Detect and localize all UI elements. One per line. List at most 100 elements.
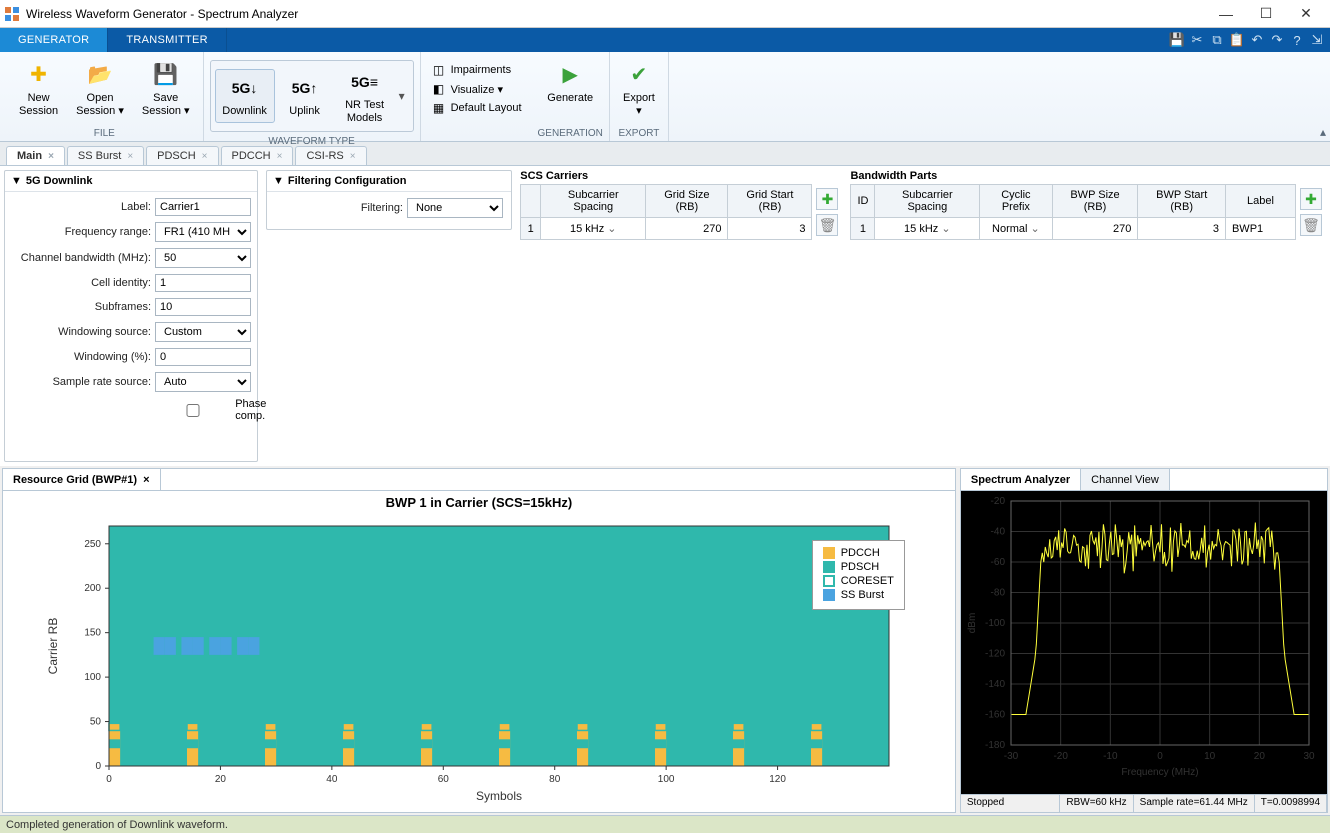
- freq-range-select[interactable]: FR1 (410 MH...: [155, 222, 251, 242]
- spectrum-pane: Spectrum Analyzer Channel View -30-20-10…: [960, 468, 1328, 813]
- minimize-button[interactable]: —: [1206, 1, 1246, 27]
- tab-main[interactable]: Main×: [6, 146, 65, 165]
- phase-comp-checkbox[interactable]: [155, 404, 231, 417]
- waveform-more-button[interactable]: ▾: [395, 89, 409, 103]
- freq-range-label: Frequency range:: [11, 226, 151, 238]
- table-row[interactable]: 1 15 kHz ⌄ Normal ⌄ 270 3 BWP1: [851, 218, 1296, 240]
- spec-sample-rate: Sample rate=61.44 MHz: [1134, 795, 1255, 812]
- close-button[interactable]: ✕: [1286, 1, 1326, 27]
- maximize-button[interactable]: ☐: [1246, 1, 1286, 27]
- quick-redo-icon[interactable]: ↷: [1268, 31, 1286, 49]
- phase-comp-label: Phase comp.: [235, 398, 286, 422]
- chevron-down-icon[interactable]: ⌄: [1031, 223, 1040, 235]
- delete-row-button[interactable]: 🗑: [816, 214, 838, 236]
- layout-icon: ▦: [431, 100, 447, 116]
- group-label-generation: GENERATION: [538, 128, 603, 139]
- svg-text:-30: -30: [1004, 751, 1019, 762]
- export-button[interactable]: ✔ Export▾: [616, 56, 662, 122]
- close-icon[interactable]: ×: [127, 151, 133, 162]
- cbw-select[interactable]: 50: [155, 248, 251, 268]
- default-layout-button[interactable]: ▦Default Layout: [431, 100, 522, 116]
- label-input[interactable]: [155, 198, 251, 216]
- tab-resource-grid[interactable]: Resource Grid (BWP#1)×: [3, 469, 161, 490]
- ribbon-group-file: ✚ New Session 📂 Open Session ▾ 💾 Save Se…: [6, 52, 204, 141]
- table-row[interactable]: 1 15 kHz ⌄ 270 3: [521, 218, 812, 240]
- windowing-src-select[interactable]: Custom: [155, 322, 251, 342]
- downlink-button[interactable]: 5G↓ Downlink: [215, 69, 275, 123]
- close-icon[interactable]: ×: [143, 474, 149, 486]
- status-bar: Completed generation of Downlink wavefor…: [0, 815, 1330, 833]
- svg-text:Frequency (MHz): Frequency (MHz): [1121, 767, 1198, 778]
- windowing-pct-input[interactable]: [155, 348, 251, 366]
- delete-row-button[interactable]: 🗑: [1300, 214, 1322, 236]
- tab-spectrum-analyzer[interactable]: Spectrum Analyzer: [961, 469, 1081, 490]
- spec-state: Stopped: [961, 795, 1060, 812]
- svg-text:0: 0: [95, 761, 101, 772]
- app-icon: [4, 6, 20, 22]
- group-label-export: EXPORT: [618, 128, 659, 139]
- svg-text:40: 40: [326, 774, 338, 785]
- tab-transmitter[interactable]: TRANSMITTER: [108, 28, 227, 52]
- visualize-button[interactable]: ◧Visualize ▾: [431, 81, 522, 97]
- panel-header[interactable]: ▼ 5G Downlink: [5, 171, 257, 192]
- tab-pdcch[interactable]: PDCCH×: [221, 146, 294, 165]
- svg-text:-100: -100: [985, 618, 1005, 629]
- quick-help-icon[interactable]: ?: [1288, 31, 1306, 49]
- scs-title: SCS Carriers: [520, 170, 842, 184]
- resource-grid-plot[interactable]: 020406080100120050100150200250SymbolsCar…: [3, 510, 955, 812]
- save-session-button[interactable]: 💾 Save Session ▾: [135, 56, 197, 122]
- svg-text:dBm: dBm: [967, 613, 978, 634]
- test-models-button[interactable]: 5G≡ NR Test Models: [335, 63, 395, 129]
- tab-csirs[interactable]: CSI-RS×: [295, 146, 366, 165]
- filtering-select[interactable]: None: [407, 198, 503, 218]
- play-icon: ▶: [556, 61, 584, 89]
- uplink-button[interactable]: 5G↑ Uplink: [275, 69, 335, 123]
- close-icon[interactable]: ×: [48, 151, 54, 162]
- save-icon: 💾: [152, 61, 180, 89]
- svg-text:-40: -40: [990, 527, 1005, 538]
- sample-rate-src-select[interactable]: Auto: [155, 372, 251, 392]
- chevron-down-icon[interactable]: ⌄: [607, 223, 616, 235]
- close-icon[interactable]: ×: [350, 151, 356, 162]
- new-session-button[interactable]: ✚ New Session: [12, 56, 65, 122]
- panel-5g-downlink: ▼ 5G Downlink Label: Frequency range: FR…: [4, 170, 258, 462]
- plus-icon: ✚: [25, 61, 53, 89]
- svg-text:20: 20: [1254, 751, 1266, 762]
- generate-button[interactable]: ▶ Generate: [540, 56, 600, 110]
- add-row-button[interactable]: ✚: [816, 188, 838, 210]
- window-title: Wireless Waveform Generator - Spectrum A…: [26, 7, 1206, 21]
- filtering-label: Filtering:: [273, 202, 403, 214]
- windowing-pct-label: Windowing (%):: [11, 351, 151, 363]
- ribbon-collapse-icon[interactable]: ▴: [1320, 125, 1326, 139]
- quick-save-icon[interactable]: 💾: [1168, 31, 1186, 49]
- quick-switch-icon[interactable]: ⇲: [1308, 31, 1326, 49]
- panel-header[interactable]: ▼ Filtering Configuration: [267, 171, 511, 192]
- svg-text:-60: -60: [990, 557, 1005, 568]
- impairments-button[interactable]: ◫Impairments: [431, 62, 522, 78]
- tab-channel-view[interactable]: Channel View: [1081, 469, 1170, 490]
- add-row-button[interactable]: ✚: [1300, 188, 1322, 210]
- close-icon[interactable]: ×: [277, 151, 283, 162]
- bwp-table: ID Subcarrier Spacing Cyclic Prefix BWP …: [850, 184, 1296, 240]
- spectrum-plot[interactable]: -30-20-100102030-180-160-140-120-100-80-…: [961, 491, 1327, 794]
- chevron-down-icon[interactable]: ⌄: [941, 223, 950, 235]
- scs-carriers-section: SCS Carriers Subcarrier SpacingGrid Size…: [520, 170, 842, 462]
- open-session-button[interactable]: 📂 Open Session ▾: [69, 56, 131, 122]
- close-icon[interactable]: ×: [202, 151, 208, 162]
- ribbon-group-export: ✔ Export▾ EXPORT: [610, 52, 669, 141]
- quick-cut-icon[interactable]: ✂: [1188, 31, 1206, 49]
- subframes-input[interactable]: [155, 298, 251, 316]
- tab-pdsch[interactable]: PDSCH×: [146, 146, 218, 165]
- cell-input[interactable]: [155, 274, 251, 292]
- config-tabs: Main× SS Burst× PDSCH× PDCCH× CSI-RS×: [0, 142, 1330, 166]
- svg-text:Symbols: Symbols: [476, 789, 522, 803]
- svg-text:60: 60: [438, 774, 450, 785]
- svg-text:-140: -140: [985, 679, 1005, 690]
- quick-paste-icon[interactable]: 📋: [1228, 31, 1246, 49]
- tab-generator[interactable]: GENERATOR: [0, 28, 108, 52]
- titlebar: Wireless Waveform Generator - Spectrum A…: [0, 0, 1330, 28]
- quick-copy-icon[interactable]: ⧉: [1208, 31, 1226, 49]
- quick-undo-icon[interactable]: ↶: [1248, 31, 1266, 49]
- tab-ssburst[interactable]: SS Burst×: [67, 146, 144, 165]
- svg-text:50: 50: [90, 717, 102, 728]
